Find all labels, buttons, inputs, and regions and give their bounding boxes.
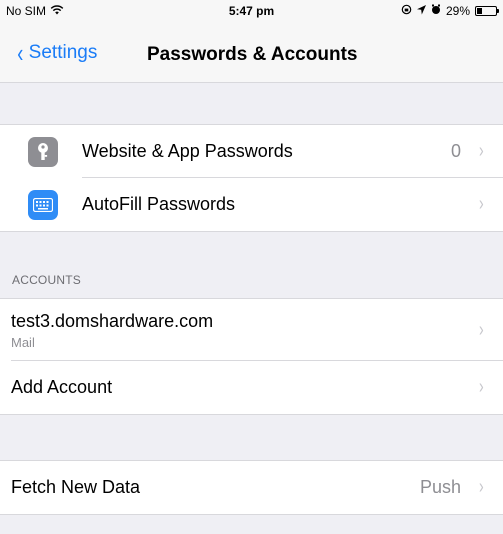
alarm-icon [431, 4, 441, 18]
keyboard-icon [28, 189, 58, 220]
autofill-passwords-row[interactable]: AutoFill Passwords › [0, 178, 503, 231]
add-account-row[interactable]: Add Account › [0, 361, 503, 414]
chevron-right-icon: › [479, 193, 484, 215]
page-title: Passwords & Accounts [147, 44, 358, 65]
fetch-group: Fetch New Data Push › [0, 460, 503, 515]
back-button-label: Settings [28, 42, 98, 63]
passwords-group: Website & App Passwords 0 › AutoFill Pas… [0, 124, 503, 232]
lock-rotation-icon [401, 4, 412, 18]
chevron-right-icon: › [479, 140, 484, 162]
chevron-left-icon: ‹ [17, 37, 24, 68]
website-app-passwords-count: 0 [450, 141, 461, 161]
accounts-group: test3.domshardware.com Mail › Add Accoun… [0, 298, 503, 415]
account-type: Mail [11, 334, 35, 350]
fetch-new-data-row[interactable]: Fetch New Data Push › [0, 461, 503, 514]
autofill-passwords-label: AutoFill Passwords [82, 194, 236, 214]
account-name: test3.domshardware.com [11, 310, 214, 331]
battery-percent: 29% [445, 4, 470, 18]
account-row[interactable]: test3.domshardware.com Mail › [0, 299, 503, 361]
chevron-right-icon: › [479, 476, 484, 498]
accounts-section-header: ACCOUNTS [12, 273, 81, 287]
fetch-new-data-value: Push [419, 477, 461, 497]
website-app-passwords-label: Website & App Passwords [82, 141, 293, 161]
website-app-passwords-row[interactable]: Website & App Passwords 0 › [0, 125, 503, 178]
key-icon [28, 136, 58, 167]
fetch-new-data-label: Fetch New Data [11, 477, 141, 497]
location-icon [416, 4, 426, 18]
back-button[interactable]: ‹ Settings [16, 37, 98, 68]
battery-icon [475, 6, 499, 16]
status-bar: No SIM 5:47 pm 29% [0, 0, 503, 22]
navigation-bar: ‹ Settings Passwords & Accounts [0, 22, 503, 83]
account-text: test3.domshardware.com Mail [11, 311, 213, 350]
chevron-right-icon: › [479, 376, 484, 398]
chevron-right-icon: › [479, 318, 484, 341]
add-account-label: Add Account [11, 377, 113, 397]
status-right: 29% [401, 4, 499, 18]
